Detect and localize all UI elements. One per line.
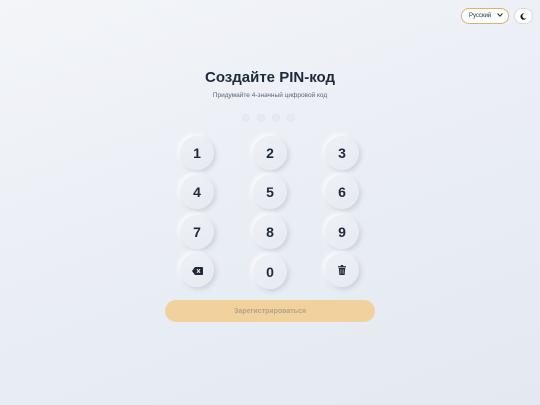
page-title: Создайте PIN-код [205, 69, 335, 86]
language-select-value: Русский [469, 13, 492, 19]
backspace-button[interactable] [180, 253, 214, 287]
key-0[interactable]: 0 [253, 255, 287, 289]
key-6[interactable]: 6 [325, 175, 359, 209]
key-1[interactable]: 1 [180, 136, 214, 170]
key-8[interactable]: 8 [253, 215, 287, 249]
key-label: 0 [266, 264, 274, 280]
pin-dot [272, 114, 280, 122]
key-label: 3 [338, 145, 346, 161]
key-label: 4 [193, 184, 201, 200]
pin-dot [257, 114, 265, 122]
backspace-icon [191, 262, 203, 278]
register-button-label: Зарегистрироваться [234, 307, 306, 315]
key-3[interactable]: 3 [325, 136, 359, 170]
key-9[interactable]: 9 [325, 215, 359, 249]
key-label: 8 [266, 224, 274, 240]
chevron-down-icon [497, 13, 503, 19]
key-5[interactable]: 5 [253, 175, 287, 209]
key-7[interactable]: 7 [180, 215, 214, 249]
key-2[interactable]: 2 [253, 136, 287, 170]
pin-indicator [242, 114, 295, 122]
key-label: 1 [193, 145, 201, 161]
pin-dot [287, 114, 295, 122]
key-label: 7 [193, 224, 201, 240]
clear-button[interactable] [325, 253, 359, 287]
page-subtitle: Придумайте 4-значный цифровой код [212, 92, 328, 99]
trash-icon [338, 262, 346, 278]
key-label: 9 [338, 224, 346, 240]
theme-toggle-button[interactable] [514, 8, 533, 24]
language-select[interactable]: Русский [461, 8, 509, 24]
register-button[interactable]: Зарегистрироваться [165, 300, 375, 322]
key-4[interactable]: 4 [180, 175, 214, 209]
pin-dot [242, 114, 250, 122]
key-label: 5 [266, 184, 274, 200]
key-label: 6 [338, 184, 346, 200]
key-label: 2 [266, 145, 274, 161]
top-controls: Русский [461, 8, 533, 24]
moon-icon [520, 7, 527, 25]
